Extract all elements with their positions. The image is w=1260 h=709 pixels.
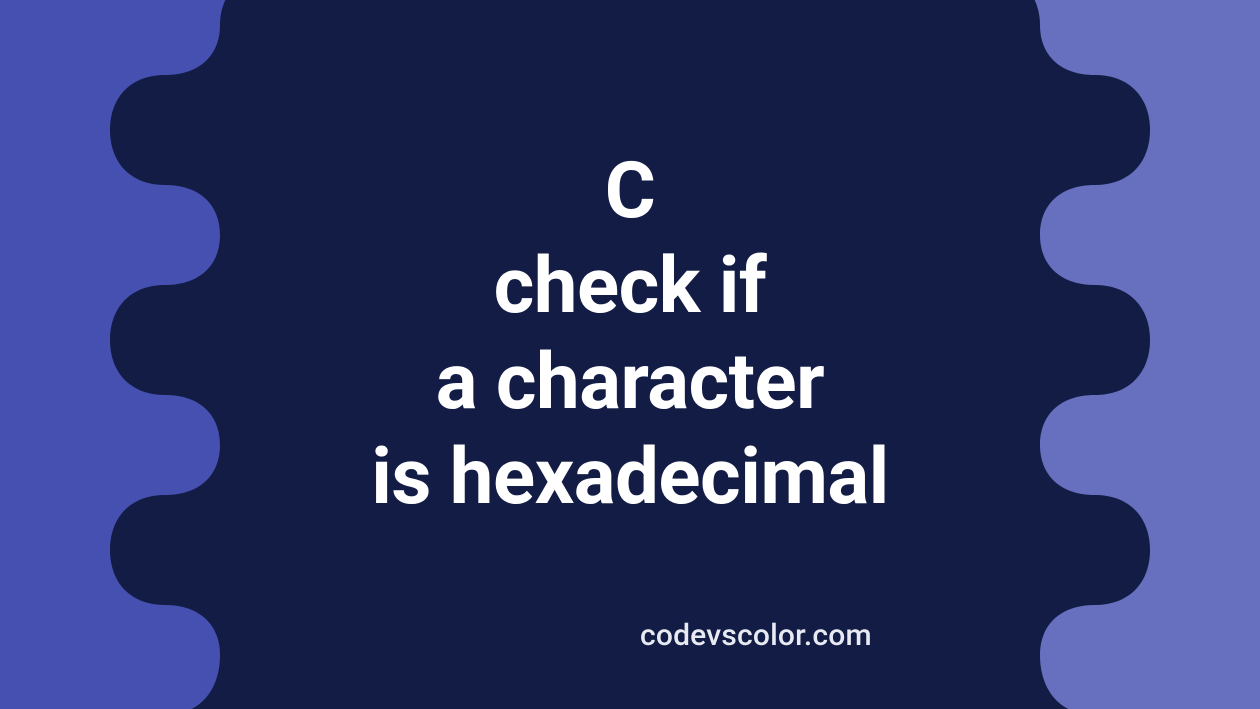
attribution-text: codevscolor.com (640, 618, 872, 653)
page-title: C check if a character is hexadecimal (371, 144, 889, 525)
title-line-3: a character (436, 337, 824, 428)
title-container: C check if a character is hexadecimal (0, 0, 1260, 709)
title-line-2: check if (494, 241, 767, 332)
title-line-1: C (605, 146, 656, 237)
title-line-4: is hexadecimal (371, 432, 889, 523)
